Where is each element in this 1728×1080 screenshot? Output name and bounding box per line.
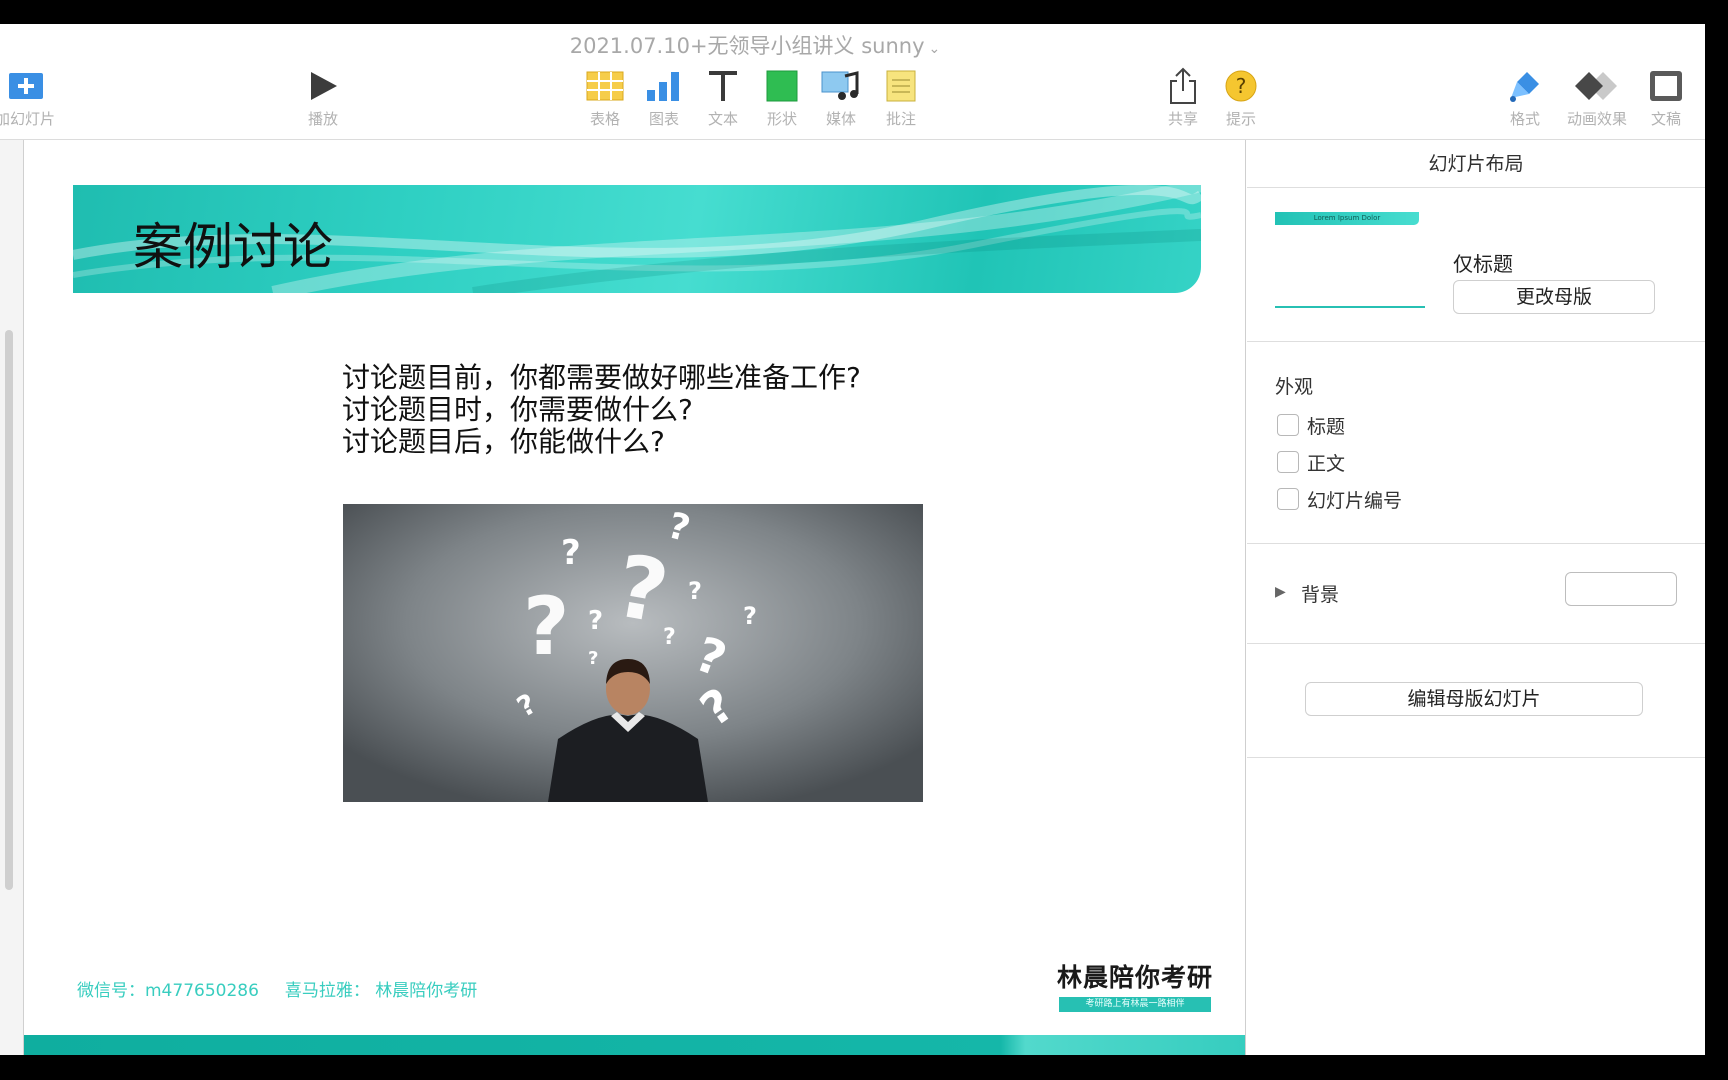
question-line: 讨论题目时，你需要做什么? — [342, 393, 693, 426]
tips-button[interactable]: ? 提示 — [1206, 66, 1276, 129]
slide-number-checkbox-row[interactable]: 幻灯片编号 — [1277, 486, 1402, 512]
inspector-panel: 幻灯片布局 Lorem Ipsum Dolor 仅标题 更改母版 外观 标题 正… — [1247, 140, 1705, 1055]
slide-footer-contacts[interactable]: 微信号：m477650286 喜马拉雅： 林晨陪你考研 — [77, 976, 477, 1001]
toolbar: 2021.07.10+无领导小组讲义 sunny⌄ 加幻灯片 播放 表格 图表 — [0, 24, 1705, 140]
svg-text:?: ? — [523, 580, 569, 673]
document-button[interactable]: 文稿 — [1631, 66, 1701, 129]
ximalaya-id: 喜马拉雅： 林晨陪你考研 — [284, 981, 478, 1001]
logo-text: 林晨陪你考研 — [1056, 963, 1213, 992]
body-checkbox[interactable] — [1277, 451, 1299, 473]
businessman-question-marks-image: ? ? ? ? ? ? ? ? ? ? ? ? — [343, 504, 923, 802]
animate-button[interactable]: 动画效果 — [1562, 66, 1632, 129]
add-slide-button[interactable]: 加幻灯片 — [0, 66, 60, 129]
layout-thumbnail[interactable]: Lorem Ipsum Dolor — [1275, 208, 1425, 312]
comment-button[interactable]: 批注 — [866, 66, 936, 129]
keynote-window: 2021.07.10+无领导小组讲义 sunny⌄ 加幻灯片 播放 表格 图表 — [0, 24, 1705, 1055]
brand-logo[interactable]: 林晨陪你考研 考研路上有林晨一路相伴 — [1050, 958, 1220, 1012]
title-banner[interactable]: 案例讨论 — [73, 185, 1201, 293]
thumbnail-title-text: Lorem Ipsum Dolor — [1313, 214, 1381, 222]
animate-icon — [1562, 66, 1632, 106]
svg-text:?: ? — [561, 533, 581, 573]
slide-navigator[interactable] — [0, 140, 24, 1055]
inspector-header: 幻灯片布局 — [1247, 140, 1705, 188]
thumbnail-footer-line — [1275, 306, 1425, 308]
svg-text:?: ? — [588, 606, 603, 636]
background-section: ▶ 背景 — [1247, 544, 1705, 644]
background-label[interactable]: 背景 — [1301, 580, 1339, 607]
edit-master-slide-button[interactable]: 编辑母版幻灯片 — [1305, 682, 1643, 716]
logo-tagline: 考研路上有林晨一路相伴 — [1059, 997, 1211, 1012]
disclosure-triangle-icon[interactable]: ▶ — [1275, 584, 1286, 600]
question-line: 讨论题目后，你能做什么? — [342, 425, 665, 458]
question-line: 讨论题目前，你都需要做好哪些准备工作? — [342, 361, 861, 394]
change-master-button[interactable]: 更改母版 — [1453, 280, 1655, 314]
document-title[interactable]: 2021.07.10+无领导小组讲义 sunny ⌄ — [0, 30, 1510, 60]
play-icon — [288, 66, 358, 106]
appearance-section: 外观 标题 正文 幻灯片编号 — [1247, 342, 1705, 544]
slide-bottom-bar — [24, 1035, 1245, 1055]
title-checkbox[interactable] — [1277, 414, 1299, 436]
chevron-down-icon: ⌄ — [928, 41, 941, 57]
document-icon — [1631, 66, 1701, 106]
question-marks-photo[interactable]: ? ? ? ? ? ? ? ? ? ? ? ? — [343, 504, 923, 802]
svg-text:?: ? — [588, 648, 598, 669]
slide-number-checkbox[interactable] — [1277, 488, 1299, 510]
svg-text:?: ? — [688, 577, 702, 605]
svg-text:?: ? — [1236, 74, 1247, 98]
body-checkbox-row[interactable]: 正文 — [1277, 449, 1345, 475]
format-icon — [1490, 66, 1560, 106]
svg-text:?: ? — [663, 625, 676, 650]
layout-section: Lorem Ipsum Dolor 仅标题 更改母版 — [1247, 188, 1705, 342]
title-checkbox-row[interactable]: 标题 — [1277, 412, 1345, 438]
layout-name: 仅标题 — [1453, 252, 1513, 276]
appearance-heading: 外观 — [1275, 376, 1314, 398]
wechat-id: 微信号：m477650286 — [77, 981, 259, 1001]
background-color-well[interactable] — [1565, 572, 1677, 606]
play-button[interactable]: 播放 — [288, 66, 358, 129]
slide-canvas[interactable]: 案例讨论 讨论题目前，你都需要做好哪些准备工作? 讨论题目时，你需要做什么? 讨… — [24, 140, 1246, 1055]
comment-icon — [866, 66, 936, 106]
svg-text:?: ? — [743, 602, 757, 630]
slide-body-text[interactable]: 讨论题目前，你都需要做好哪些准备工作? 讨论题目时，你需要做什么? 讨论题目后，… — [342, 362, 861, 458]
tips-icon: ? — [1206, 66, 1276, 106]
edit-master-section: 编辑母版幻灯片 — [1247, 644, 1705, 758]
navigator-scrollbar[interactable] — [5, 330, 13, 890]
add-slide-icon — [0, 66, 60, 106]
slide-title[interactable]: 案例讨论 — [133, 207, 333, 279]
format-button[interactable]: 格式 — [1490, 66, 1560, 129]
